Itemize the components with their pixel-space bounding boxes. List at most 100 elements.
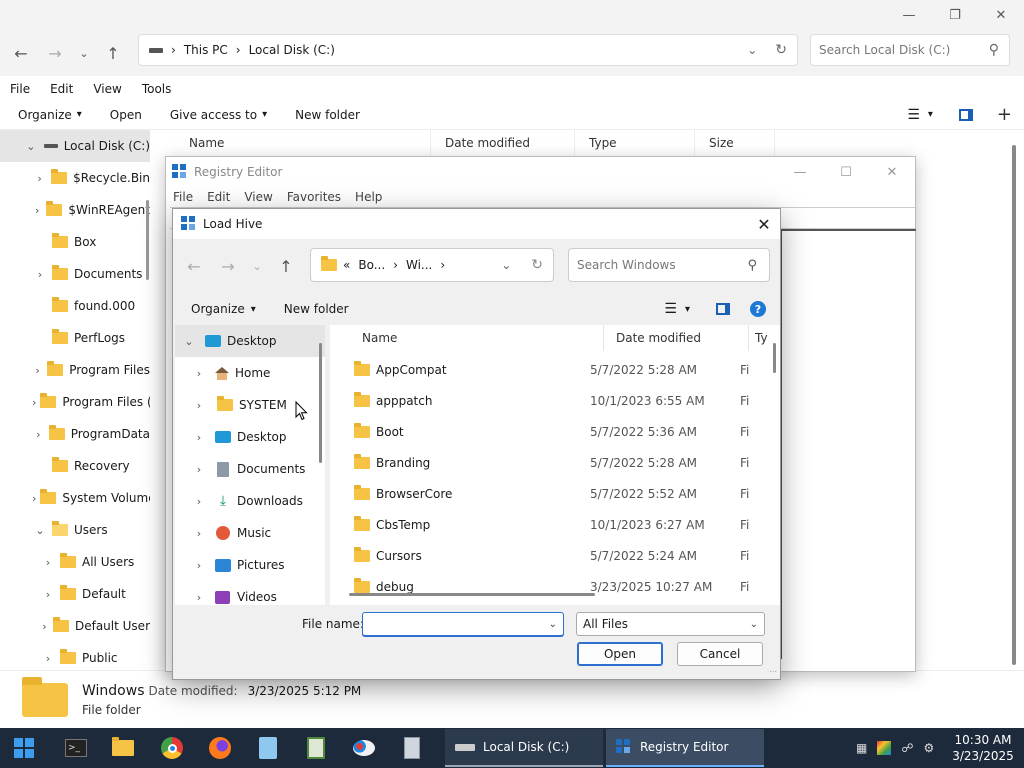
- file-row-branding[interactable]: Branding 5/7/2022 5:28 AM Fi: [330, 447, 780, 478]
- minimize-button[interactable]: —: [886, 0, 932, 30]
- menu-help[interactable]: Help: [348, 190, 389, 204]
- chevron-down-icon[interactable]: ⌄: [32, 524, 48, 537]
- refresh-icon[interactable]: ↻: [775, 42, 787, 58]
- forward-arrow-icon[interactable]: →: [38, 36, 72, 70]
- nav-item-desktop-root[interactable]: ⌄ Desktop: [175, 325, 325, 357]
- breadcrumb-overflow-icon[interactable]: «: [343, 258, 350, 272]
- chevron-down-icon[interactable]: ⌄: [549, 619, 557, 630]
- chevron-right-icon[interactable]: ›: [32, 268, 48, 281]
- new-folder-button[interactable]: New folder: [284, 302, 349, 316]
- search-input[interactable]: Search Local Disk (C:): [819, 43, 950, 57]
- column-header-date[interactable]: Date modified: [431, 130, 575, 156]
- minimize-button[interactable]: —: [777, 157, 823, 187]
- search-input[interactable]: Search Windows: [577, 258, 676, 272]
- chevron-right-icon[interactable]: ›: [40, 556, 56, 569]
- breadcrumb-windows[interactable]: Wi...: [406, 258, 432, 272]
- nav-item-folder[interactable]: › Program Files (x86): [0, 386, 150, 418]
- firefox-app-icon[interactable]: [200, 728, 240, 768]
- chevron-down-icon[interactable]: ⌄: [181, 335, 197, 348]
- chevron-right-icon[interactable]: ›: [191, 495, 207, 508]
- menu-favorites[interactable]: Favorites: [280, 190, 348, 204]
- restore-button[interactable]: ❐: [932, 0, 978, 30]
- chevron-right-icon[interactable]: ›: [40, 620, 49, 633]
- taskbar-window-registry-editor[interactable]: Registry Editor: [606, 729, 764, 767]
- preview-pane-icon[interactable]: [958, 108, 973, 121]
- chevron-right-icon[interactable]: ›: [191, 527, 207, 540]
- file-row-debug[interactable]: debug 3/23/2025 10:27 AM Fi: [330, 571, 780, 602]
- taskbar-clock[interactable]: 10:30 AM 3/23/2025: [950, 728, 1016, 768]
- chevron-right-icon[interactable]: ›: [32, 364, 43, 377]
- help-icon[interactable]: ?: [750, 301, 766, 317]
- add-icon[interactable]: +: [997, 104, 1012, 125]
- nav-item-folder[interactable]: › All Users: [0, 546, 150, 578]
- start-button[interactable]: [4, 728, 44, 768]
- chevron-right-icon[interactable]: ›: [32, 172, 47, 185]
- back-arrow-icon[interactable]: ←: [177, 249, 211, 283]
- network-tray-icon[interactable]: ▦: [856, 741, 867, 755]
- color-tray-icon[interactable]: [877, 741, 892, 755]
- speaker-tray-icon[interactable]: ⚙: [924, 741, 935, 755]
- menu-file[interactable]: File: [166, 190, 200, 204]
- resize-grip-icon[interactable]: ⋯: [769, 667, 777, 676]
- breadcrumb-this-pc[interactable]: This PC: [184, 43, 228, 57]
- menu-view[interactable]: View: [237, 190, 279, 204]
- recent-locations-chevron-icon[interactable]: ⌄: [72, 36, 96, 70]
- file-type-select[interactable]: All Files ⌄: [576, 612, 765, 636]
- nav-pane-scrollbar[interactable]: [146, 200, 149, 280]
- file-row-browsercore[interactable]: BrowserCore 5/7/2022 5:52 AM Fi: [330, 478, 780, 509]
- nav-item-folder[interactable]: › System Volume Information: [0, 482, 150, 514]
- chevron-right-icon[interactable]: ›: [32, 492, 36, 505]
- column-header-name[interactable]: Name: [175, 130, 431, 156]
- address-dropdown-icon[interactable]: ⌄: [501, 258, 511, 272]
- nav-item-folder[interactable]: Box: [0, 226, 150, 258]
- explorer-search-box[interactable]: Search Local Disk (C:) ⚲: [810, 34, 1010, 66]
- back-arrow-icon[interactable]: ←: [4, 36, 38, 70]
- chevron-right-icon[interactable]: ›: [191, 399, 207, 412]
- menu-edit[interactable]: Edit: [40, 82, 83, 96]
- file-list-horizontal-scrollbar[interactable]: [349, 593, 595, 596]
- chevron-right-icon[interactable]: ›: [32, 396, 36, 409]
- nav-item-local-disk[interactable]: ⌄ Local Disk (C:): [0, 130, 150, 162]
- chrome-app-icon[interactable]: [152, 728, 192, 768]
- chevron-down-icon[interactable]: ⌄: [26, 140, 36, 153]
- nav-item-folder[interactable]: › Default User: [0, 610, 150, 642]
- chevron-down-icon[interactable]: ▾: [928, 109, 933, 120]
- nav-item-pictures[interactable]: › Pictures: [175, 549, 325, 581]
- nav-item-folder[interactable]: › $WinREAgent: [0, 194, 150, 226]
- calculator-app-icon[interactable]: [392, 728, 432, 768]
- close-button[interactable]: ✕: [978, 0, 1024, 30]
- chevron-right-icon[interactable]: ›: [191, 559, 207, 572]
- organize-button[interactable]: Organize ▾: [18, 108, 82, 122]
- nav-item-folder[interactable]: › ProgramData: [0, 418, 150, 450]
- nav-item-folder[interactable]: PerfLogs: [0, 322, 150, 354]
- paint-app-icon[interactable]: [344, 728, 384, 768]
- menu-file[interactable]: File: [0, 82, 40, 96]
- nav-item-folder[interactable]: › Public: [0, 642, 150, 670]
- dialog-address-bar[interactable]: « Bo... › Wi... › ⌄ ↻: [310, 248, 554, 282]
- organize-button[interactable]: Organize ▾: [191, 302, 256, 316]
- nav-item-folder[interactable]: found.000: [0, 290, 150, 322]
- chevron-down-icon[interactable]: ▾: [685, 304, 690, 315]
- menu-tools[interactable]: Tools: [132, 82, 182, 96]
- give-access-button[interactable]: Give access to ▾: [170, 108, 267, 122]
- column-header-name[interactable]: Name: [330, 325, 604, 351]
- chevron-right-icon[interactable]: ›: [32, 428, 45, 441]
- file-list-vertical-scrollbar[interactable]: [773, 343, 776, 373]
- nav-item-music[interactable]: › Music: [175, 517, 325, 549]
- column-header-type[interactable]: Type: [575, 130, 695, 156]
- close-button[interactable]: ✕: [869, 157, 915, 187]
- notepad-app-icon[interactable]: [248, 728, 288, 768]
- nav-item-downloads[interactable]: › ⤓ Downloads: [175, 485, 325, 517]
- nav-item-home[interactable]: › Home: [175, 357, 325, 389]
- nav-item-folder[interactable]: › Documents: [0, 258, 150, 290]
- breadcrumb-boot[interactable]: Bo...: [358, 258, 385, 272]
- nav-item-folder[interactable]: › Default: [0, 578, 150, 610]
- open-button[interactable]: Open: [577, 642, 663, 666]
- preview-pane-icon[interactable]: [716, 303, 730, 315]
- recent-locations-chevron-icon[interactable]: ⌄: [245, 249, 269, 283]
- chevron-right-icon[interactable]: ›: [191, 463, 207, 476]
- menu-edit[interactable]: Edit: [200, 190, 237, 204]
- file-row-apppatch[interactable]: apppatch 10/1/2023 6:55 AM Fi: [330, 385, 780, 416]
- view-options-icon[interactable]: ☰: [664, 301, 677, 317]
- explorer-address-bar[interactable]: › This PC › Local Disk (C:) ⌄ ↻: [138, 34, 798, 66]
